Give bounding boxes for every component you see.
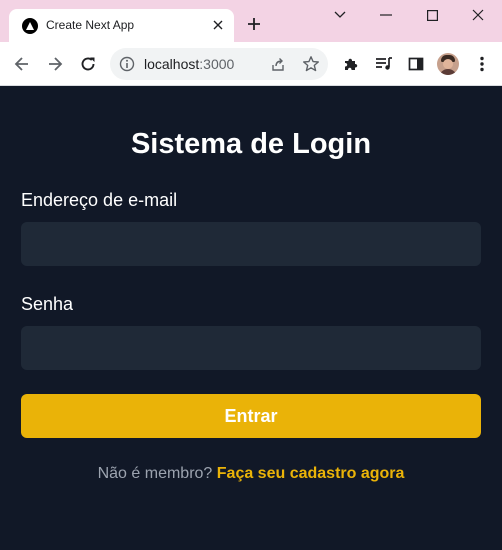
arrow-left-icon[interactable] [10, 52, 34, 76]
puzzle-icon[interactable] [339, 52, 363, 76]
signup-link[interactable]: Faça seu cadastro agora [217, 465, 405, 482]
side-panel-icon[interactable] [404, 52, 428, 76]
triangle-logo-icon [22, 18, 38, 34]
browser-toolbar: localhost:3000 [0, 42, 502, 86]
password-label: Senha [21, 294, 74, 314]
email-field[interactable] [21, 222, 481, 266]
page-title: Sistema de Login [130, 128, 372, 160]
arrow-right-icon[interactable] [43, 52, 67, 76]
browser-tab[interactable]: Create Next App [9, 9, 234, 42]
login-button[interactable]: Entrar [21, 394, 481, 438]
address-bar[interactable]: localhost:3000 [110, 48, 328, 80]
login-page: Sistema de Login Endereço de e-mail Senh… [0, 86, 502, 550]
kebab-menu-icon[interactable] [470, 52, 494, 76]
signup-prompt: Não é membro? Faça seu cadastro agora [0, 465, 502, 483]
close-icon[interactable] [210, 17, 226, 33]
browser-titlebar: Create Next App [0, 0, 502, 42]
minimize-icon[interactable] [374, 4, 398, 26]
playlist-icon[interactable] [372, 52, 396, 76]
email-label: Endereço de e-mail [21, 190, 178, 210]
tab-title: Create Next App [46, 18, 135, 32]
maximize-icon[interactable] [420, 4, 444, 26]
reload-icon[interactable] [76, 52, 100, 76]
info-icon[interactable] [119, 56, 135, 72]
signup-prompt-text: Não é membro? [97, 465, 213, 482]
plus-icon[interactable] [244, 14, 264, 34]
chevron-down-icon[interactable] [328, 4, 352, 26]
url-text[interactable]: localhost:3000 [144, 56, 234, 72]
avatar[interactable] [437, 53, 459, 75]
password-field[interactable] [21, 326, 481, 370]
star-icon[interactable] [302, 55, 320, 73]
close-icon[interactable] [466, 4, 490, 26]
share-icon[interactable] [270, 56, 286, 72]
